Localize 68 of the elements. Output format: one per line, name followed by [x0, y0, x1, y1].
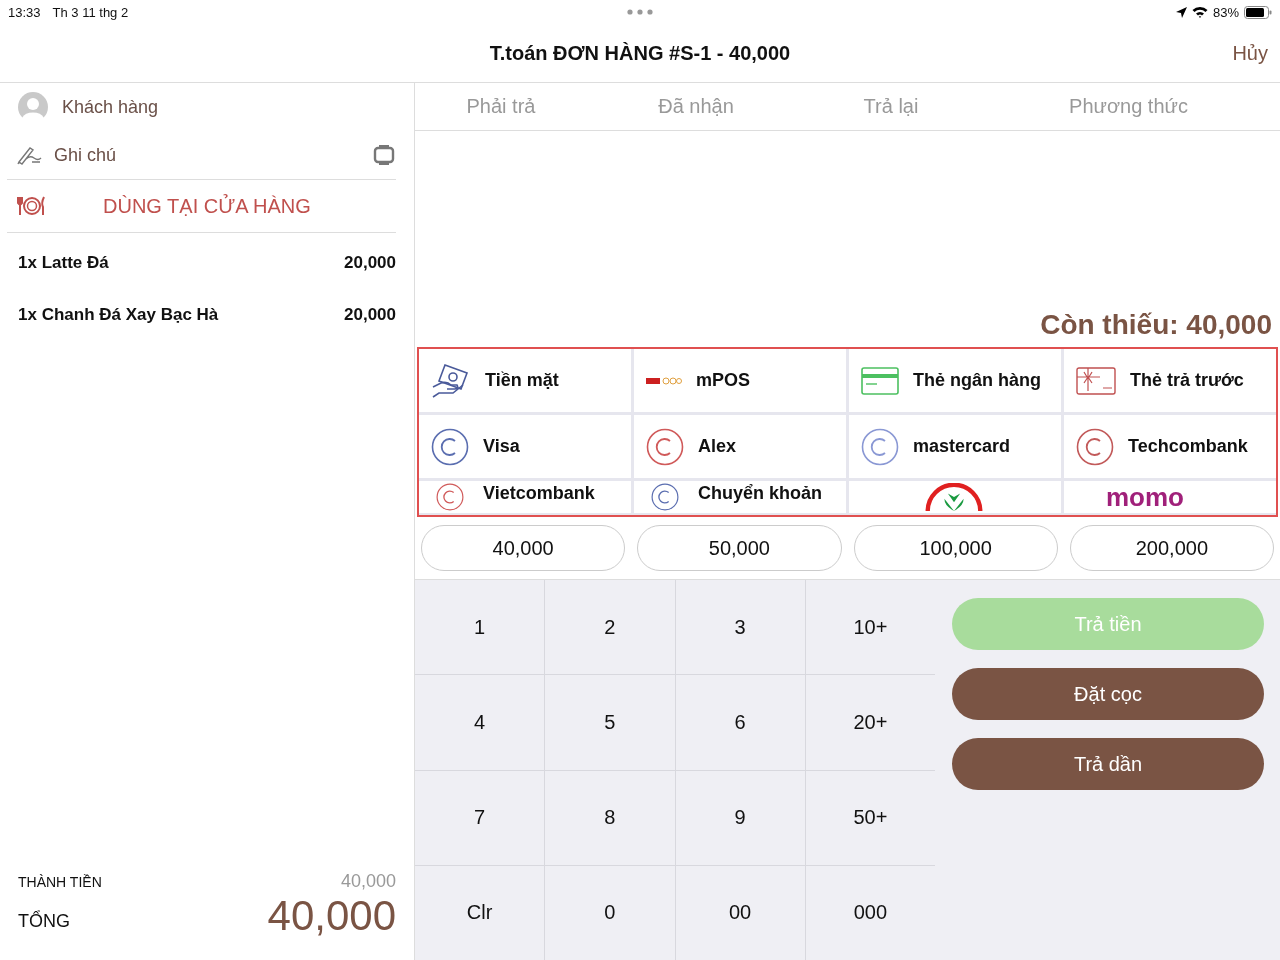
column-header: Phải trả — [465, 95, 537, 118]
quick-amount-button[interactable]: 50,000 — [637, 525, 842, 571]
quick-amount-button[interactable]: 40,000 — [421, 525, 626, 571]
device-icon[interactable] — [372, 143, 396, 167]
payment-method-button[interactable]: Thẻ trả trước — [1064, 349, 1276, 412]
payment-method-button[interactable]: Alex — [634, 415, 846, 478]
item-price: 20,000 — [344, 305, 396, 325]
dine-in-label[interactable]: DÙNG TẠI CỬA HÀNG — [103, 194, 311, 218]
total-value: 40,000 — [267, 892, 396, 940]
item-price: 20,000 — [344, 253, 396, 273]
payment-method-button[interactable]: momo — [1064, 481, 1276, 513]
payment-method-button[interactable] — [849, 481, 1061, 513]
cutlery-plate-icon — [17, 195, 47, 217]
keypad-key[interactable]: 00 — [675, 865, 805, 960]
wifi-icon — [1191, 6, 1208, 18]
battery-percent: 83% — [1212, 4, 1239, 20]
payment-method-button[interactable]: mPOS — [634, 349, 846, 412]
location-icon — [1175, 6, 1187, 18]
battery-icon — [1244, 5, 1272, 19]
subtotal-label: THÀNH TIỀN — [18, 873, 102, 890]
keypad-key[interactable]: 20+ — [805, 675, 935, 770]
status-time: 13:33 — [8, 4, 41, 20]
keypad-key[interactable]: Clr — [415, 865, 545, 960]
momo-logo: momo — [1106, 483, 1184, 511]
card-reader-icon — [646, 375, 682, 386]
subtotal-value: 40,000 — [340, 871, 396, 892]
keypad-key[interactable]: 10+ — [805, 580, 935, 675]
payment-method-button[interactable]: Visa — [419, 415, 631, 478]
action-button[interactable]: Trả dần — [952, 738, 1264, 790]
column-header: Phương thức — [1068, 95, 1189, 118]
note-field[interactable]: Ghi chú — [54, 144, 117, 166]
window-title: T.toán ĐƠN HÀNG #S-1 - 40,000 — [489, 41, 791, 65]
more-dots-icon — [627, 9, 653, 15]
payment-method-button[interactable]: Tiền mặt — [419, 349, 631, 412]
quick-amount-button[interactable]: 200,000 — [1069, 525, 1274, 571]
total-label: TỔNG — [18, 910, 70, 932]
keypad-key[interactable]: 8 — [545, 770, 675, 865]
keypad-key[interactable]: 0 — [545, 865, 675, 960]
payment-method-button[interactable]: Thẻ ngân hàng — [849, 349, 1061, 412]
remaining-amount: Còn thiếu: 40,000 — [1040, 309, 1272, 341]
quick-amount-button[interactable]: 100,000 — [853, 525, 1058, 571]
payment-method-button[interactable]: Techcombank — [1064, 415, 1276, 478]
keypad-key[interactable]: 6 — [675, 675, 805, 770]
gift-card-icon — [1076, 366, 1116, 395]
column-header: Đã nhận — [657, 95, 735, 118]
item-name: 1x Chanh Đá Xay Bạc Hà — [18, 305, 219, 325]
keypad-key[interactable]: 2 — [545, 580, 675, 675]
credit-card-icon — [861, 366, 899, 395]
keypad-key[interactable]: 9 — [675, 770, 805, 865]
keypad-key[interactable]: 1 — [415, 580, 545, 675]
action-button[interactable]: Đặt cọc — [952, 668, 1264, 720]
payment-method-button[interactable]: Vietcombank — [419, 481, 631, 513]
user-avatar-icon — [16, 92, 50, 122]
pen-hand-icon — [16, 145, 42, 165]
keypad-key[interactable]: 000 — [805, 865, 935, 960]
keypad-key[interactable]: 5 — [545, 675, 675, 770]
keypad-key[interactable]: 50+ — [805, 770, 935, 865]
payment-method-button[interactable]: mastercard — [849, 415, 1061, 478]
keypad-key[interactable]: 3 — [675, 580, 805, 675]
keypad-key[interactable]: 4 — [415, 675, 545, 770]
item-name: 1x Latte Đá — [18, 253, 109, 273]
cash-hand-icon — [431, 362, 471, 399]
column-header: Trả lại — [862, 95, 920, 118]
keypad-key[interactable]: 7 — [415, 770, 545, 865]
status-date: Th 3 11 thg 2 — [52, 4, 129, 20]
customer-field[interactable]: Khách hàng — [62, 96, 159, 118]
payment-method-button[interactable]: Chuyển khoản — [634, 481, 846, 513]
cancel-button[interactable]: Hủy — [1230, 40, 1270, 67]
